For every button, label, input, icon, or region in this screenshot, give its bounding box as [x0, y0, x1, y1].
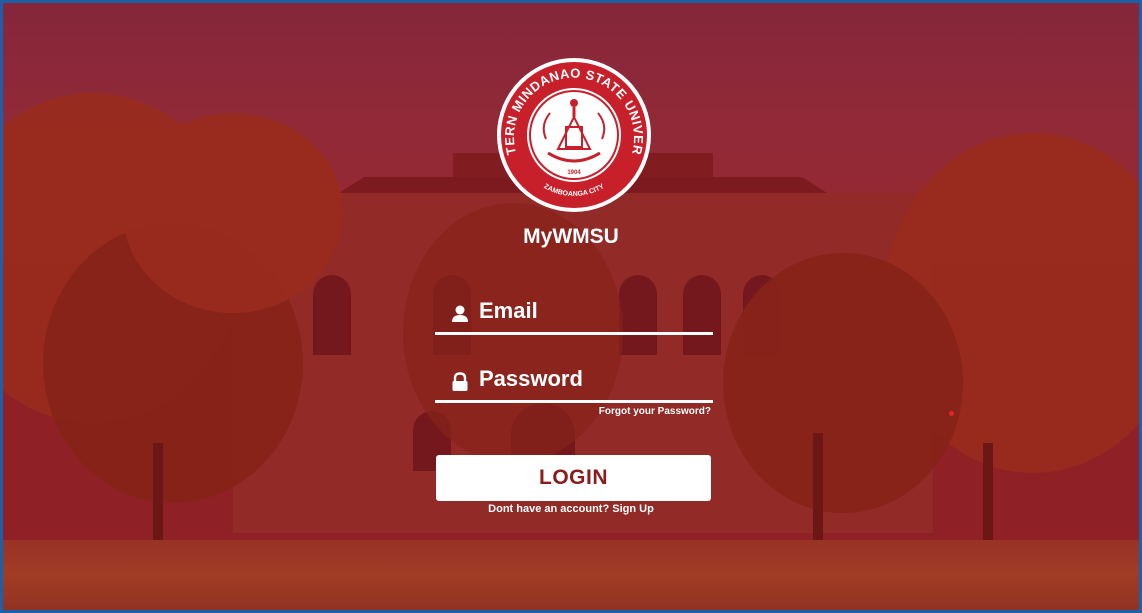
- signup-link[interactable]: Sign Up: [612, 503, 654, 515]
- user-icon: [452, 305, 468, 322]
- email-field-label: Email: [479, 298, 538, 323]
- forgot-password-link[interactable]: Forgot your Password?: [435, 406, 711, 417]
- password-field[interactable]: Password: [435, 364, 713, 403]
- signup-prompt: Dont have an account? Sign Up: [3, 503, 1139, 515]
- app-brand-name: MyWMSU: [523, 225, 619, 248]
- seal-year: 1904: [567, 170, 581, 176]
- password-field-label: Password: [479, 366, 583, 391]
- email-field[interactable]: Email: [435, 296, 713, 335]
- login-button[interactable]: LOGIN: [436, 455, 711, 501]
- lock-icon: [452, 372, 468, 391]
- signup-prompt-text: Dont have an account?: [488, 503, 610, 515]
- login-screen: WESTERN MINDANAO STATE UNIVERSITY 1904 Z…: [0, 0, 1142, 613]
- red-dot-marker: [949, 411, 954, 416]
- university-seal-logo: WESTERN MINDANAO STATE UNIVERSITY 1904 Z…: [496, 57, 651, 212]
